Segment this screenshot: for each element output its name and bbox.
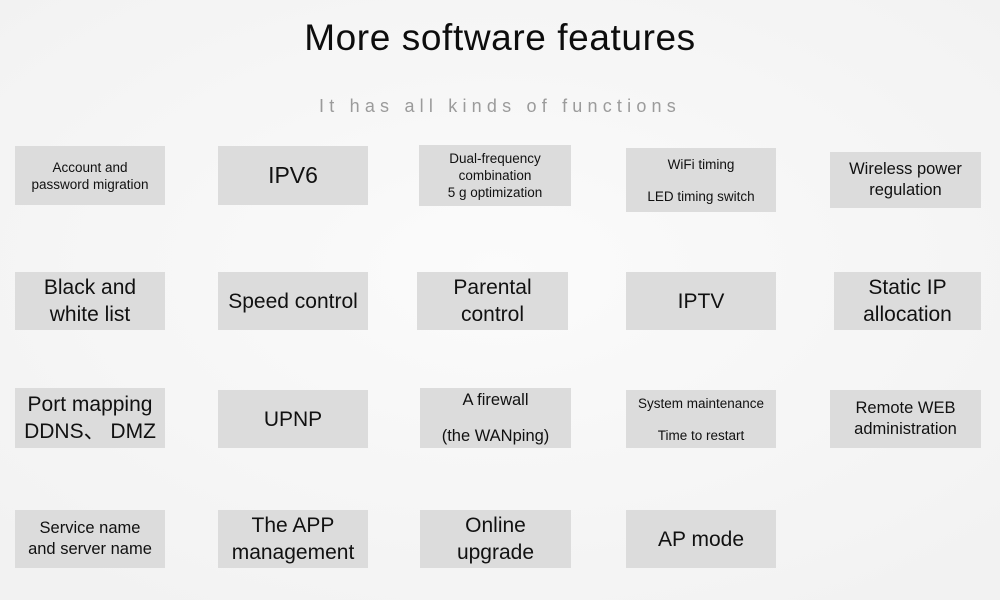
feature-card-label: IPV6	[268, 162, 318, 188]
page-subtitle: It has all kinds of functions	[319, 96, 681, 116]
feature-card-label: white list	[49, 303, 131, 326]
feature-card-label: Speed control	[228, 289, 358, 313]
feature-card-ipv6[interactable]: IPV6	[218, 146, 368, 205]
feature-card-label: 5 g optimization	[447, 185, 543, 200]
feature-card-label: Port mapping	[27, 393, 153, 416]
feature-card-label: password migration	[31, 176, 149, 192]
feature-card-system-maintenance-time-to-restart[interactable]: System maintenance Time to restart	[626, 390, 776, 448]
feature-card-online-upgrade[interactable]: Online upgrade	[420, 510, 571, 568]
feature-card-speed-control[interactable]: Speed control	[218, 272, 368, 330]
feature-card-black-and-white-list[interactable]: Black and white list	[15, 272, 165, 330]
feature-card-remote-web-administration[interactable]: Remote WEB administration	[830, 390, 981, 448]
feature-card-label: UPNP	[263, 407, 323, 431]
feature-card-label: Service name	[39, 519, 141, 537]
feature-card-port-mapping-ddns-dmz[interactable]: Port mapping DDNS、 DMZ	[15, 388, 165, 448]
feature-card-wireless-power-regulation[interactable]: Wireless power regulation	[830, 152, 981, 208]
feature-card-service-name-and-server-name[interactable]: Service name and server name	[15, 510, 165, 568]
slide-root: More software features It has all kinds …	[0, 0, 1000, 600]
feature-card-label: (the WANping)	[441, 426, 550, 445]
feature-card-label: and server name	[28, 540, 152, 558]
feature-card-label: control	[460, 303, 525, 326]
feature-card-label: Wireless power	[849, 160, 962, 178]
feature-card-label: System maintenance	[637, 395, 765, 411]
feature-card-account-password-migration[interactable]: Account and password migration	[15, 146, 165, 205]
feature-card-the-app-management[interactable]: The APP management	[218, 510, 368, 568]
feature-card-parental-control[interactable]: Parental control	[417, 272, 568, 330]
feature-card-label: Static IP	[868, 276, 947, 299]
feature-card-label: management	[231, 541, 355, 564]
page-title: More software features	[304, 17, 696, 58]
feature-card-label: regulation	[869, 181, 942, 199]
feature-card-label: WiFi timing	[667, 156, 735, 172]
feature-card-label: allocation	[863, 303, 952, 326]
feature-card-static-ip-allocation[interactable]: Static IP allocation	[834, 272, 981, 330]
feature-card-label: DDNS、 DMZ	[24, 420, 156, 443]
feature-card-label: The APP	[251, 514, 335, 537]
feature-card-a-firewall-wanping[interactable]: A firewall (the WANping)	[420, 388, 571, 448]
feature-card-ap-mode[interactable]: AP mode	[626, 510, 776, 568]
feature-card-label: Time to restart	[657, 427, 745, 443]
feature-card-label: combination	[458, 168, 532, 183]
feature-card-upnp[interactable]: UPNP	[218, 390, 368, 448]
feature-card-label: upgrade	[456, 541, 535, 564]
feature-card-label: Remote WEB	[855, 399, 956, 417]
feature-card-label: Black and	[43, 276, 137, 299]
feature-card-label: AP mode	[658, 527, 744, 551]
feature-card-label: A firewall	[462, 390, 529, 409]
feature-card-wifi-timing-led-switch[interactable]: WiFi timing LED timing switch	[626, 148, 776, 212]
feature-card-dual-frequency-combination[interactable]: Dual-frequency combination 5 g optimizatio…	[419, 145, 571, 206]
feature-card-label: Dual-frequency	[449, 151, 541, 166]
feature-card-label: administration	[854, 420, 957, 438]
feature-card-label: LED timing switch	[647, 188, 755, 204]
feature-card-label: Online	[465, 514, 526, 537]
feature-card-label: Parental	[453, 276, 532, 299]
feature-card-label: IPTV	[677, 289, 725, 313]
feature-card-iptv[interactable]: IPTV	[626, 272, 776, 330]
feature-card-label: Account and	[52, 159, 128, 175]
